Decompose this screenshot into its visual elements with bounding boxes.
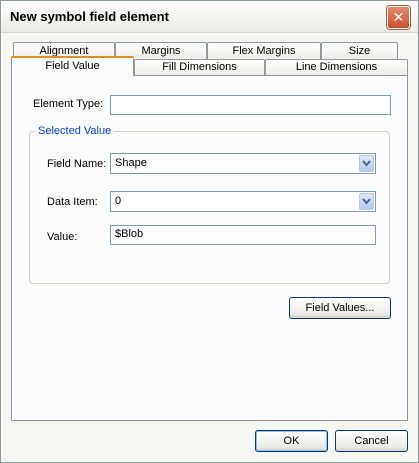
window-title: New symbol field element	[10, 9, 169, 24]
tab-fill-dimensions[interactable]: Fill Dimensions	[134, 59, 265, 75]
tab-line-dimensions[interactable]: Line Dimensions	[265, 59, 408, 75]
field-name-select[interactable]: Shape	[110, 153, 376, 174]
data-item-select[interactable]: 0	[110, 191, 376, 212]
close-icon: ✕	[392, 9, 405, 25]
data-item-value: 0	[115, 195, 122, 207]
tab-label: Flex Margins	[232, 45, 296, 57]
dialog-window: New symbol field element ✕ Alignment Mar…	[0, 0, 419, 463]
element-type-label: Element Type:	[33, 98, 104, 110]
tab-label: Size	[348, 45, 371, 57]
selected-value-group-title: Selected Value	[35, 125, 115, 137]
cancel-button[interactable]: Cancel	[335, 430, 408, 452]
field-name-label: Field Name:	[47, 158, 107, 170]
tab-label: Margins	[141, 45, 181, 57]
tab-label: Line Dimensions	[295, 61, 378, 73]
close-button[interactable]: ✕	[387, 6, 410, 29]
value-label: Value:	[47, 231, 78, 243]
field-name-dropdown-button[interactable]	[359, 155, 374, 172]
data-item-dropdown-button[interactable]	[359, 193, 374, 210]
ok-button[interactable]: OK	[255, 430, 328, 452]
value-input[interactable]: $Blob	[110, 225, 376, 245]
field-values-button[interactable]: Field Values...	[289, 297, 391, 319]
element-type-input[interactable]	[110, 95, 391, 115]
tab-field-value[interactable]: Field Value	[11, 56, 134, 76]
field-name-value: Shape	[115, 157, 147, 169]
title-bar[interactable]: New symbol field element ✕	[1, 1, 418, 33]
tab-label: Fill Dimensions	[162, 61, 237, 73]
chevron-down-icon	[362, 198, 371, 205]
data-item-label: Data Item:	[47, 196, 98, 208]
chevron-down-icon	[362, 160, 371, 167]
tab-label: Field Value	[45, 60, 100, 72]
